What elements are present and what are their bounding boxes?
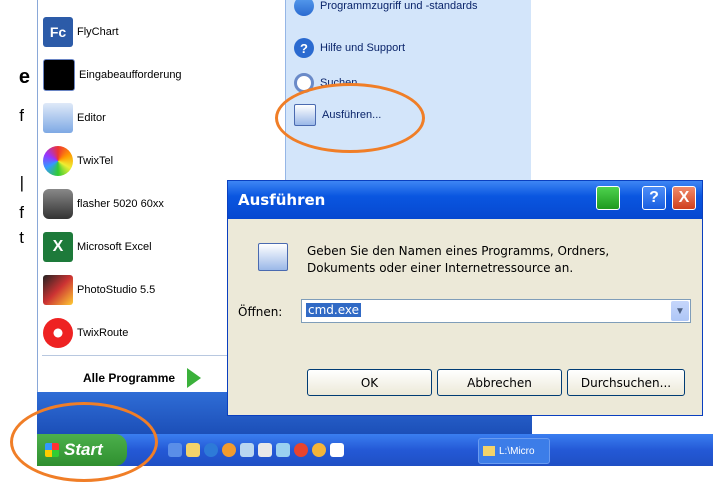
menu-item-label: Microsoft Excel — [77, 241, 152, 253]
menu-item-label: Hilfe und Support — [320, 42, 405, 54]
all-programs-button[interactable]: Alle Programme — [83, 368, 202, 388]
excel-icon: X — [43, 232, 73, 262]
open-combobox[interactable]: cmd.exe ▼ — [301, 299, 691, 323]
open-input-value[interactable]: cmd.exe — [306, 303, 362, 317]
flasher-icon — [43, 189, 73, 219]
quicklaunch-folder-icon[interactable] — [186, 443, 200, 457]
menu-item-label: Programmzugriff und -standards — [320, 0, 478, 12]
menu-item-twixroute[interactable]: TwixRoute — [43, 315, 128, 351]
menu-item-help[interactable]: ? Hilfe und Support — [294, 38, 405, 58]
quicklaunch-app-icon[interactable] — [222, 443, 236, 457]
menu-item-twixtel[interactable]: TwixTel — [43, 143, 113, 179]
quicklaunch-browser-icon[interactable] — [204, 443, 218, 457]
help-button[interactable]: ? — [642, 186, 666, 210]
menu-item-label: FlyChart — [77, 26, 119, 38]
photostudio-icon — [43, 275, 73, 305]
chevron-down-icon[interactable]: ▼ — [671, 301, 689, 321]
browse-button[interactable]: Durchsuchen... — [567, 369, 685, 396]
doc-fragment: f — [19, 106, 24, 125]
quicklaunch-doc-icon[interactable] — [330, 443, 344, 457]
close-button[interactable]: X — [672, 186, 696, 210]
task-label: L:\Micro — [499, 445, 535, 457]
run-icon — [258, 243, 288, 271]
dialog-titlebar[interactable]: Ausführen ? X — [228, 181, 702, 219]
cancel-button[interactable]: Abbrechen — [437, 369, 562, 396]
taskbar-window-button[interactable]: L:\Micro — [478, 438, 550, 464]
menu-item-flychart[interactable]: Fc FlyChart — [43, 14, 119, 50]
doc-fragment: f — [19, 203, 24, 222]
quicklaunch-window-icon[interactable] — [258, 443, 272, 457]
twixtel-icon — [43, 146, 73, 176]
menu-item-program-access[interactable]: Programmzugriff und -standards — [294, 0, 478, 16]
menu-item-label: flasher 5020 60xx — [77, 198, 164, 210]
doc-fragment: e — [18, 66, 30, 88]
menu-item-excel[interactable]: X Microsoft Excel — [43, 229, 152, 265]
quicklaunch-ie-icon[interactable] — [168, 443, 182, 457]
dialog-description: Geben Sie den Namen eines Programms, Ord… — [307, 243, 609, 277]
doc-fragment: t — [19, 228, 24, 247]
twixroute-icon — [43, 318, 73, 348]
notepad-icon — [43, 103, 73, 133]
quicklaunch-media-icon[interactable] — [294, 443, 308, 457]
menu-item-editor[interactable]: Editor — [43, 100, 106, 136]
dialog-title: Ausführen — [238, 191, 326, 209]
menu-item-photostudio[interactable]: PhotoStudio 5.5 — [43, 272, 155, 308]
program-access-icon — [294, 0, 314, 16]
menu-item-cmd[interactable]: Eingabeaufforderung — [43, 57, 182, 93]
cmd-icon — [43, 59, 75, 91]
app-extra-icon[interactable] — [596, 186, 620, 210]
run-dialog: Ausführen ? X Geben Sie den Namen eines … — [227, 180, 703, 416]
description-line: Dokuments oder einer Internetressource a… — [307, 261, 574, 275]
all-programs-label: Alle Programme — [83, 371, 176, 385]
doc-fragment: | — [19, 173, 24, 192]
arrow-right-icon — [187, 368, 202, 388]
quicklaunch-player-icon[interactable] — [312, 443, 326, 457]
help-icon: ? — [294, 38, 314, 58]
quicklaunch-tool-icon[interactable] — [276, 443, 290, 457]
highlight-circle — [10, 402, 158, 482]
folder-icon — [483, 446, 495, 456]
open-label: Öffnen: — [238, 305, 283, 319]
ok-button[interactable]: OK — [307, 369, 432, 396]
description-line: Geben Sie den Namen eines Programms, Ord… — [307, 244, 610, 258]
menu-item-label: TwixRoute — [77, 327, 129, 339]
flychart-icon: Fc — [43, 17, 73, 47]
menu-item-label: Eingabeaufforderung — [79, 69, 182, 81]
menu-item-label: TwixTel — [77, 155, 114, 167]
menu-item-label: PhotoStudio 5.5 — [77, 284, 156, 296]
quicklaunch-desktop-icon[interactable] — [240, 443, 254, 457]
menu-item-label: Editor — [77, 112, 106, 124]
highlight-circle — [275, 83, 425, 153]
menu-item-flasher[interactable]: flasher 5020 60xx — [43, 186, 164, 222]
